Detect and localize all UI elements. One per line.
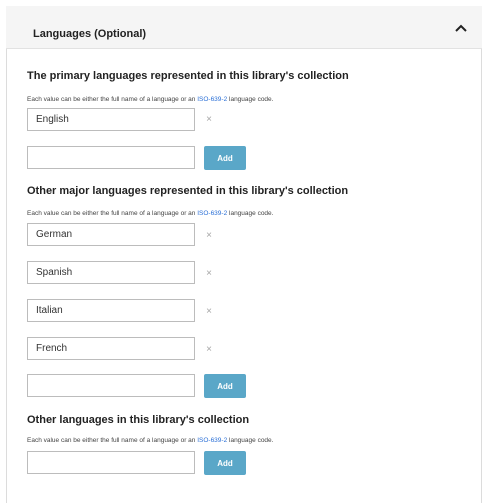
- other-add-button[interactable]: Add: [204, 451, 246, 475]
- primary-add-button[interactable]: Add: [204, 146, 246, 170]
- other-major-new-language-input[interactable]: [27, 374, 195, 397]
- primary-language-field[interactable]: [27, 108, 195, 131]
- primary-help-text: Each value can be either the full name o…: [27, 96, 274, 103]
- primary-new-language-input[interactable]: [27, 146, 195, 169]
- other-major-language-field[interactable]: [27, 299, 195, 322]
- other-major-language-field[interactable]: [27, 261, 195, 284]
- primary-languages-title: The primary languages represented in thi…: [27, 70, 349, 82]
- other-major-languages-title: Other major languages represented in thi…: [27, 185, 349, 197]
- remove-icon[interactable]: ×: [204, 269, 214, 279]
- chevron-up-icon[interactable]: [453, 20, 469, 36]
- other-major-add-button[interactable]: Add: [204, 374, 246, 398]
- languages-panel: Languages (Optional) The primary languag…: [0, 0, 483, 503]
- other-major-help-text: Each value can be either the full name o…: [27, 210, 274, 217]
- other-languages-title: Other languages in this library's collec…: [27, 414, 250, 426]
- remove-icon[interactable]: ×: [204, 307, 214, 317]
- other-new-language-input[interactable]: [27, 451, 195, 474]
- remove-icon[interactable]: ×: [204, 345, 214, 355]
- remove-icon[interactable]: ×: [204, 231, 214, 241]
- panel-header[interactable]: Languages (Optional): [6, 6, 482, 49]
- other-major-language-field[interactable]: [27, 337, 195, 360]
- panel-title: Languages (Optional): [33, 28, 147, 40]
- iso-link[interactable]: ISO-639-2: [197, 96, 227, 103]
- iso-link[interactable]: ISO-639-2: [197, 437, 227, 444]
- other-major-language-field[interactable]: [27, 223, 195, 246]
- other-help-text: Each value can be either the full name o…: [27, 437, 274, 444]
- remove-icon[interactable]: ×: [204, 115, 214, 125]
- iso-link[interactable]: ISO-639-2: [197, 210, 227, 217]
